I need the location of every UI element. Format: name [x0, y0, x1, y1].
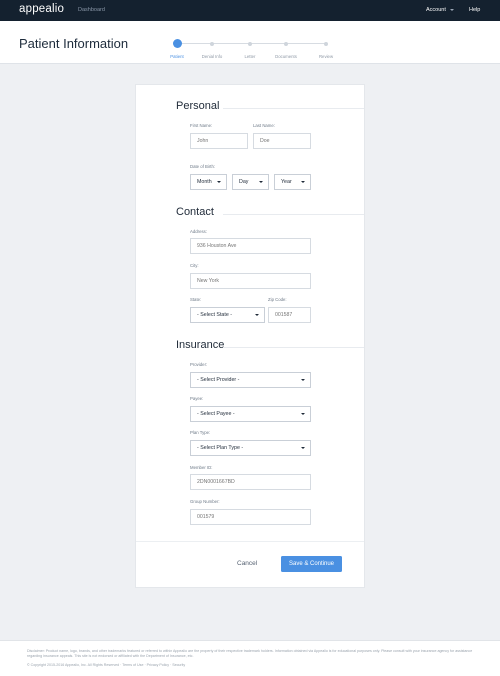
step-dot-patient[interactable] [172, 39, 182, 48]
step-dot-review[interactable] [324, 41, 328, 46]
address-label: Address: [190, 229, 207, 234]
plan-type-label: Plan Type: [190, 430, 211, 435]
payee-value: - Select Payee - [197, 411, 235, 417]
provider-select[interactable]: - Select Provider - [190, 372, 311, 388]
account-menu[interactable]: Account [426, 7, 454, 13]
step-dot-denial-info[interactable] [210, 41, 214, 46]
plan-type-value: - Select Plan Type - [197, 445, 244, 451]
stepper-track [177, 43, 327, 44]
step-label-denial-info[interactable]: Denial Info [202, 54, 223, 59]
chevron-down-icon [301, 447, 305, 449]
page-footer: Disclaimer: Product name, logo, brands, … [0, 640, 500, 676]
dob-day-value: Day [239, 179, 249, 185]
zip-input[interactable] [268, 307, 311, 323]
chevron-down-icon [259, 181, 263, 183]
first-name-input[interactable] [190, 133, 248, 149]
member-id-label: Member ID: [190, 465, 213, 470]
chevron-down-icon [255, 314, 259, 316]
first-name-label: First Name: [190, 123, 213, 128]
chevron-down-icon [449, 8, 454, 11]
chevron-down-icon [301, 181, 305, 183]
section-title-contact: Contact [176, 206, 214, 218]
step-label-documents[interactable]: Documents [275, 54, 297, 59]
address-input[interactable] [190, 238, 311, 254]
disclaimer-text: Disclaimer: Product name, logo, brands, … [27, 649, 473, 658]
nav-dashboard-link[interactable]: Dashboard [78, 7, 105, 13]
section-divider [223, 347, 364, 348]
chevron-down-icon [301, 413, 305, 415]
last-name-label: Last Name: [253, 123, 275, 128]
state-label: State: [190, 297, 202, 302]
step-label-letter[interactable]: Letter [245, 54, 256, 59]
page-title: Patient Information [19, 36, 129, 51]
nav-help-link[interactable]: Help [469, 7, 480, 13]
chevron-down-icon [301, 379, 305, 381]
payee-label: Payee: [190, 396, 204, 401]
plan-type-select[interactable]: - Select Plan Type - [190, 440, 311, 456]
cancel-button[interactable]: Cancel [237, 560, 257, 567]
dob-month-value: Month [197, 179, 212, 185]
step-dot-letter[interactable] [248, 41, 252, 46]
step-dot-documents[interactable] [284, 41, 288, 46]
save-continue-button[interactable]: Save & Continue [281, 556, 342, 572]
patient-form-card: Personal First Name: Last Name: Date of … [135, 84, 365, 588]
group-number-label: Group Number: [190, 499, 220, 504]
zip-label: Zip Code: [268, 297, 287, 302]
top-nav: appealio Dashboard Account Help [0, 0, 500, 21]
dob-day-select[interactable]: Day [232, 174, 269, 190]
city-input[interactable] [190, 273, 311, 289]
account-label: Account [426, 7, 446, 13]
section-title-insurance: Insurance [176, 339, 225, 351]
dob-month-select[interactable]: Month [190, 174, 227, 190]
dob-year-value: Year [281, 179, 292, 185]
section-divider [223, 108, 364, 109]
section-divider [223, 214, 364, 215]
provider-label: Provider: [190, 362, 208, 367]
state-select[interactable]: - Select State - [190, 307, 265, 323]
step-label-review[interactable]: Review [319, 54, 333, 59]
payee-select[interactable]: - Select Payee - [190, 406, 311, 422]
group-number-input[interactable] [190, 509, 311, 525]
copyright-text: © Copyright 2015-2016 Appealio, Inc. All… [27, 663, 186, 667]
member-id-input[interactable] [190, 474, 311, 490]
city-label: City: [190, 263, 199, 268]
last-name-input[interactable] [253, 133, 311, 149]
chevron-down-icon [217, 181, 221, 183]
brand-logo[interactable]: appealio [19, 3, 64, 15]
page-header: Patient Information Patient Denial Info … [0, 21, 500, 64]
section-title-personal: Personal [176, 100, 220, 112]
state-value: - Select State - [197, 312, 233, 318]
card-footer-divider [136, 541, 364, 542]
dob-label: Date of Birth: [190, 164, 216, 169]
step-label-patient[interactable]: Patient [170, 54, 183, 59]
provider-value: - Select Provider - [197, 377, 240, 383]
dob-year-select[interactable]: Year [274, 174, 311, 190]
